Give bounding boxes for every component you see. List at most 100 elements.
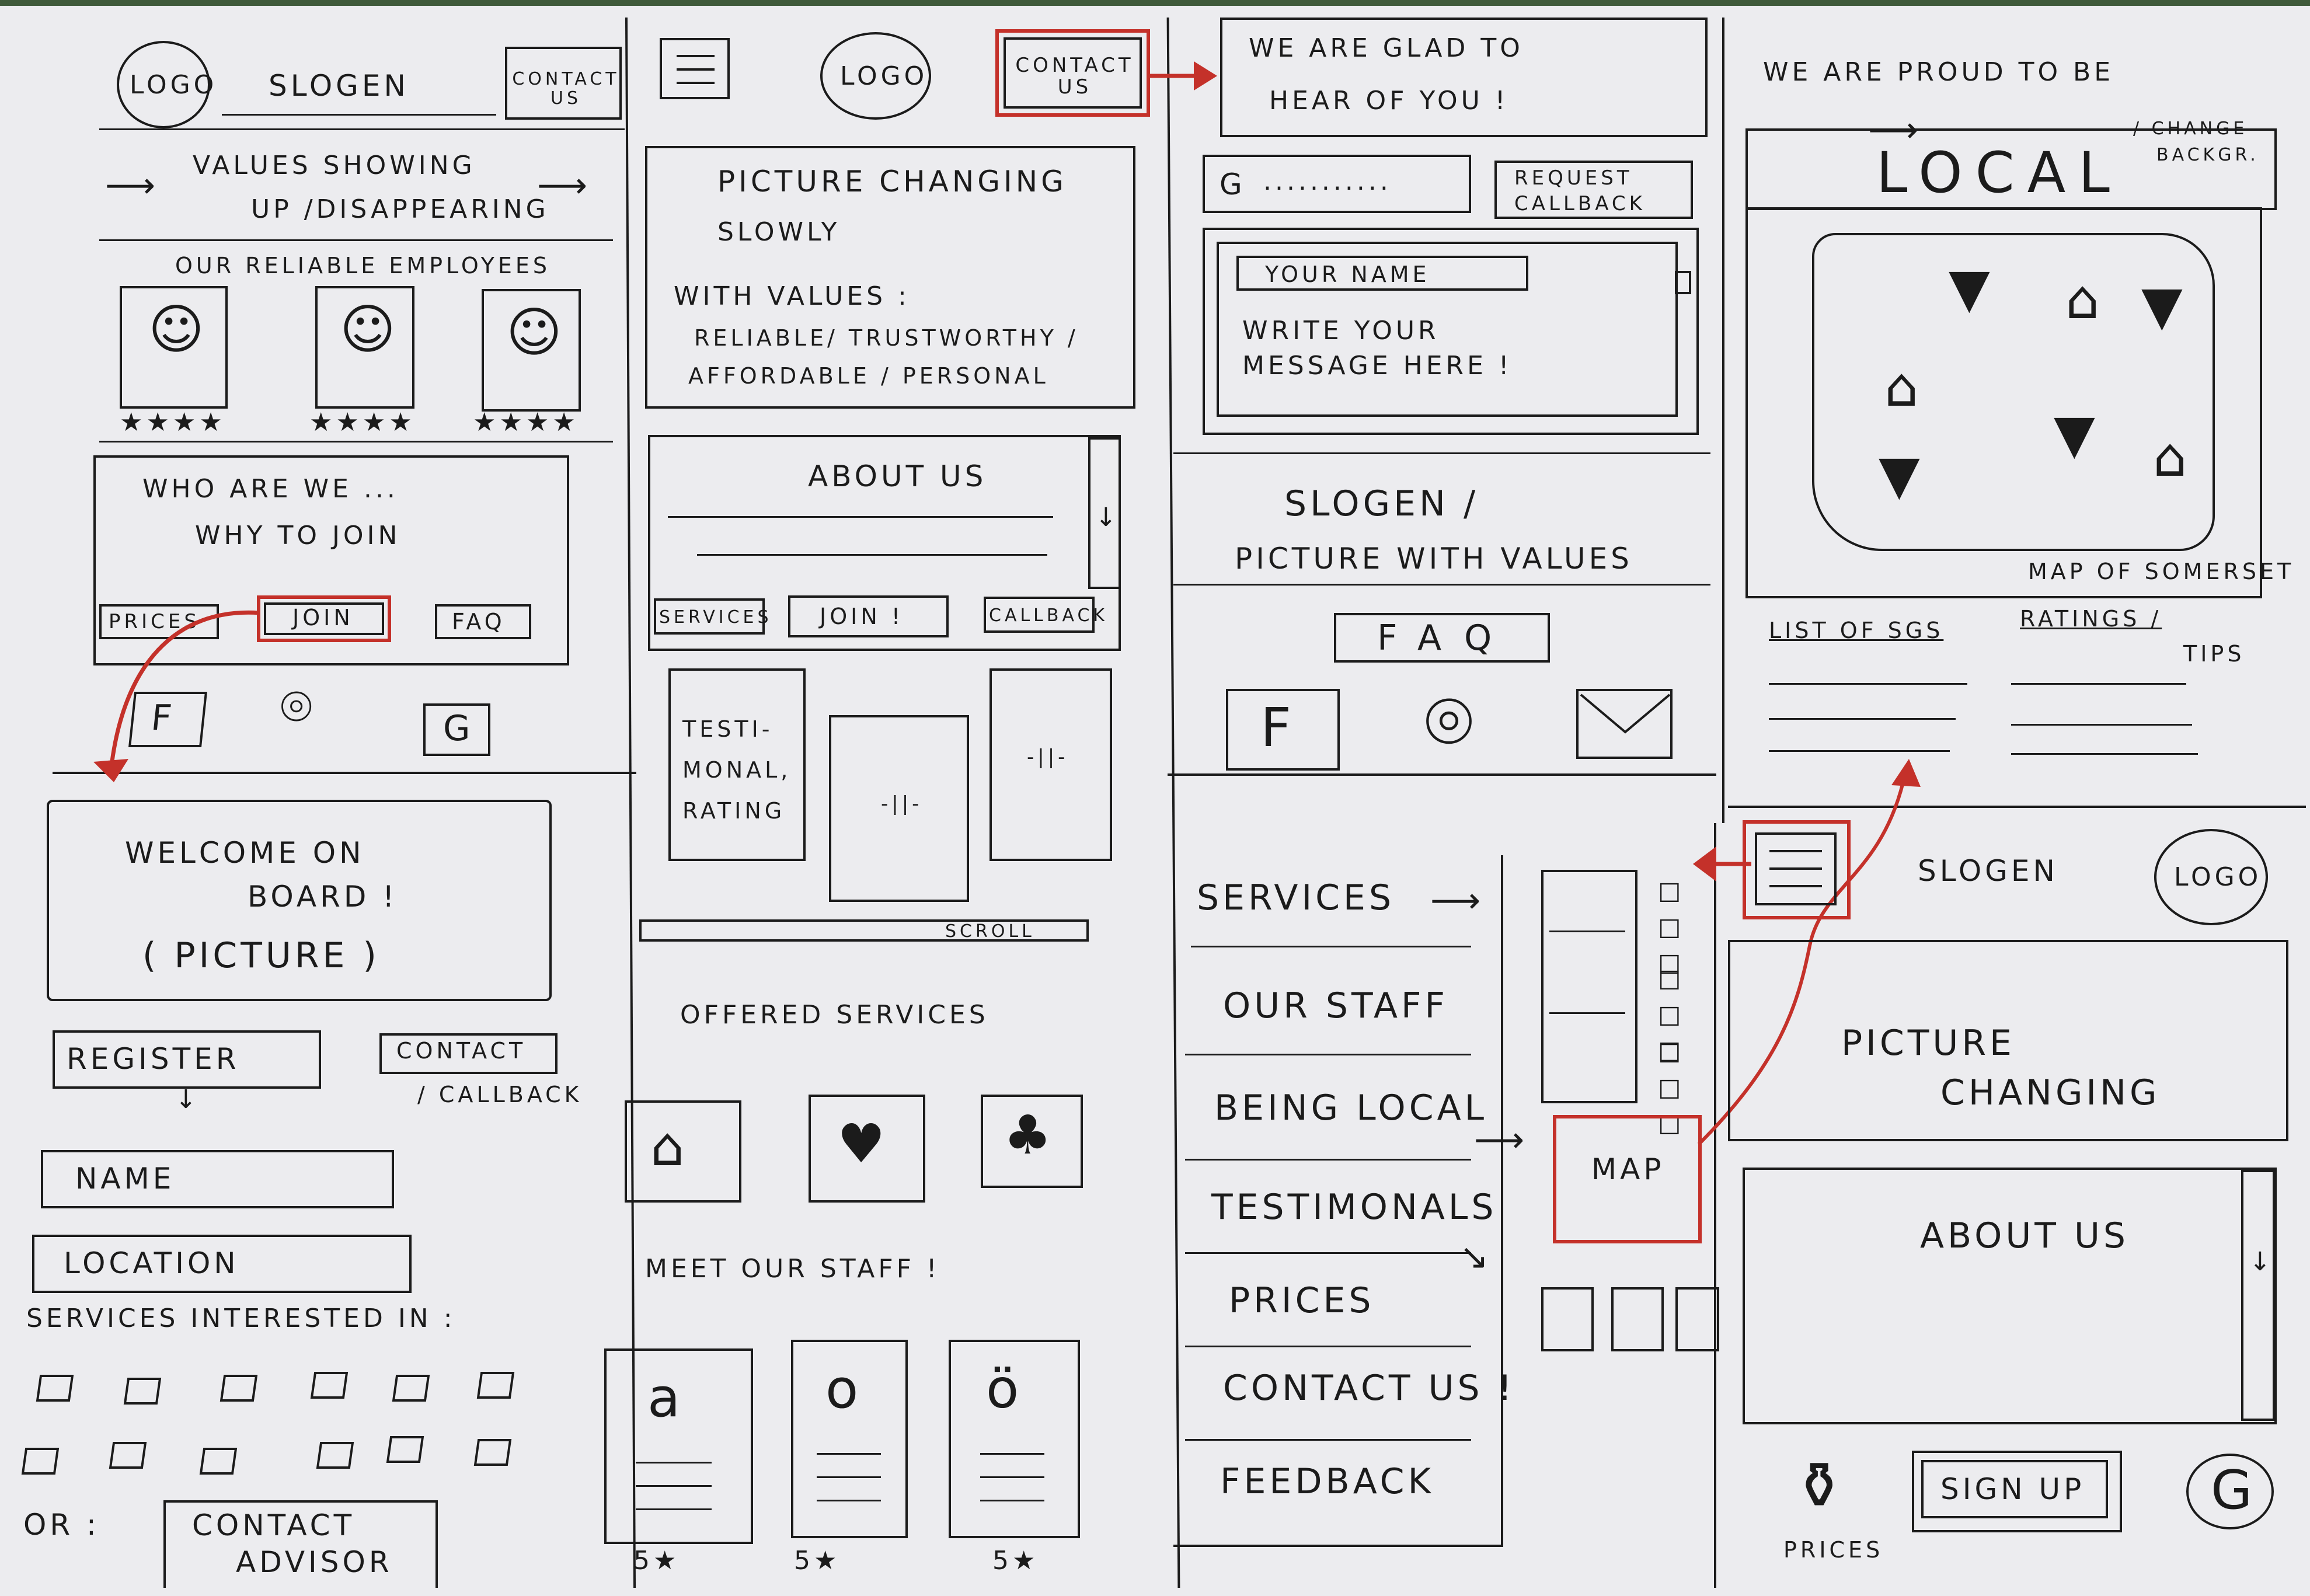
location-field-label: LOCATION <box>64 1246 239 1280</box>
staff-card[interactable]: ö <box>949 1340 1080 1538</box>
service-checkbox[interactable] <box>473 1439 512 1466</box>
hamburger-menu-icon[interactable] <box>1743 820 1851 919</box>
staff-card[interactable]: a <box>604 1348 753 1544</box>
arrow-right-icon: ⟶ <box>537 165 591 206</box>
phone-glyph: G <box>443 708 474 749</box>
faq-button[interactable]: FAQ <box>1334 613 1550 663</box>
callback-button[interactable]: CALLBACK <box>984 597 1105 633</box>
list-row[interactable] <box>1769 750 1950 752</box>
testimonial-card[interactable]: TESTI- MONAL, RATING <box>668 668 806 861</box>
contact-advisor-button[interactable]: CONTACT ADVISOR <box>163 1500 438 1588</box>
join-label: JOIN <box>292 605 354 630</box>
menu-item-testimonials[interactable]: TESTIMONALS <box>1211 1188 1497 1226</box>
your-name-input[interactable]: YOUR NAME <box>1236 256 1528 291</box>
values-rule <box>99 239 613 241</box>
employee-card[interactable]: ☺ <box>315 286 414 409</box>
employees-rule <box>99 441 613 442</box>
testimonial-card[interactable]: -||- <box>989 668 1112 861</box>
prices-bag-icon[interactable]: ⚱ <box>1792 1451 1849 1521</box>
service-checkbox[interactable] <box>219 1375 258 1402</box>
horizontal-scrollbar[interactable]: SCROLL <box>639 919 1089 942</box>
callback-icon[interactable]: G <box>423 703 490 756</box>
map-home-pin-icon[interactable]: ⌂ <box>1884 358 1922 417</box>
or-label: OR : <box>23 1508 100 1542</box>
phone-input[interactable]: G ........... <box>1203 155 1471 213</box>
menu-divider <box>1191 946 1471 947</box>
employees-title: OUR RELIABLE EMPLOYEES <box>175 253 551 278</box>
map-home-pin-icon[interactable]: ⌂ <box>2065 270 2103 329</box>
text-line <box>980 1476 1044 1478</box>
hamburger-bar <box>1769 867 1822 870</box>
menu-item-services[interactable]: SERVICES <box>1197 879 1395 917</box>
arrow-right-icon: ⟶ <box>1430 880 1485 921</box>
list-row[interactable] <box>1769 718 1956 720</box>
facebook-icon[interactable]: F <box>1226 689 1340 771</box>
menu-item-feedback[interactable]: FEEDBACK <box>1220 1462 1434 1501</box>
employee-card[interactable]: ☺ <box>482 289 581 412</box>
request-callback-button[interactable]: REQUEST CALLBACK <box>1494 161 1693 219</box>
map-pin-icon[interactable]: ▼ <box>2141 276 2186 335</box>
logo-text: LOGO <box>2174 862 2262 892</box>
service-checkbox[interactable] <box>476 1372 515 1399</box>
text-line <box>636 1485 712 1487</box>
service-home-care-icon[interactable]: ♥ <box>809 1095 925 1203</box>
location-pin-icon[interactable]: ⌾ <box>280 677 316 736</box>
contact-us-label: CONTACT US <box>1015 54 1134 99</box>
about-scrollbar[interactable]: ↓ <box>1088 437 1121 589</box>
contact-us-button[interactable]: CONTACT US <box>505 47 622 120</box>
map-home-pin-icon[interactable]: ⌂ <box>2153 428 2190 487</box>
picture-line-2: SLOWLY <box>717 217 841 247</box>
message-textarea[interactable]: YOUR NAME WRITE YOUR MESSAGE HERE ! <box>1217 242 1678 417</box>
service-checkbox[interactable] <box>392 1375 430 1402</box>
menu-item-our-staff[interactable]: OUR STAFF <box>1223 987 1448 1025</box>
service-checkbox[interactable] <box>36 1375 74 1402</box>
service-house-repair-icon[interactable]: ⌂ <box>625 1100 741 1203</box>
menu-item-being-local[interactable]: BEING LOCAL <box>1214 1089 1487 1127</box>
text-line <box>697 554 1047 556</box>
service-checkbox[interactable] <box>21 1448 60 1475</box>
map-pin-icon[interactable]: ▼ <box>1879 445 1924 504</box>
service-garden-icon[interactable]: ♣ <box>981 1095 1083 1188</box>
map-pin-icon[interactable]: ▼ <box>1949 259 1994 318</box>
testimonial-thumbnail[interactable] <box>1541 1287 1594 1351</box>
testimonial-thumbnail[interactable] <box>1675 1287 1719 1351</box>
message-scrollbar[interactable] <box>1675 271 1691 294</box>
service-checkbox[interactable] <box>123 1378 162 1405</box>
service-checkbox[interactable] <box>310 1372 349 1399</box>
glad-banner: WE ARE GLAD TO HEAR OF YOU ! <box>1220 18 1708 137</box>
hamburger-menu-icon[interactable] <box>660 38 730 99</box>
callback-icon[interactable]: G <box>2186 1454 2274 1529</box>
sketch-sheet: LOGO SLOGEN CONTACT US VALUES SHOWING UP… <box>0 6 2310 1596</box>
map-of-somerset[interactable]: ▼ ⌂ ▼ ⌂ ▼ ▼ ⌂ <box>1812 233 2215 551</box>
sign-up-button[interactable]: SIGN UP <box>1912 1451 2122 1532</box>
list-row[interactable] <box>1769 683 1967 685</box>
testimonial-card[interactable]: -||- <box>829 715 969 902</box>
service-checkbox[interactable] <box>386 1436 424 1463</box>
menu-item-prices[interactable]: PRICES <box>1229 1281 1374 1320</box>
name-field[interactable]: NAME <box>41 1150 394 1208</box>
contact-callback-button[interactable]: CONTACT <box>379 1033 558 1074</box>
map-thumbnail[interactable]: MAP <box>1553 1115 1702 1243</box>
staff-card[interactable]: o <box>791 1340 908 1538</box>
employee-card[interactable]: ☺ <box>120 286 228 409</box>
phone-glyph: G <box>2211 1459 2256 1521</box>
star-rating-icon: ★★★★ <box>309 407 416 437</box>
services-button[interactable]: SERVICES <box>654 598 769 635</box>
map-pin-icon[interactable]: ▼ <box>2054 405 2099 464</box>
welcome-picture: WELCOME ON BOARD ! ( PICTURE ) <box>47 800 552 1001</box>
menu-item-contact-us[interactable]: CONTACT US ! <box>1223 1369 1515 1407</box>
testimonial-thumbnail[interactable] <box>1611 1287 1664 1351</box>
join-button[interactable]: JOIN ! <box>788 595 949 637</box>
text-line <box>1549 931 1625 932</box>
contact-us-button[interactable]: CONTACT US <box>995 29 1150 117</box>
register-button[interactable]: REGISTER <box>53 1030 321 1089</box>
service-checkbox[interactable] <box>199 1448 238 1475</box>
location-pin-icon[interactable]: ⌾ <box>1424 677 1477 767</box>
faq-button[interactable]: FAQ <box>435 604 531 639</box>
service-checkbox[interactable] <box>109 1442 147 1469</box>
location-field[interactable]: LOCATION <box>32 1235 412 1293</box>
service-checkbox[interactable] <box>316 1442 354 1469</box>
faq-label: FAQ <box>1377 618 1515 658</box>
email-icon[interactable] <box>1576 689 1673 759</box>
about-scrollbar[interactable]: ↓ <box>2241 1170 2275 1421</box>
